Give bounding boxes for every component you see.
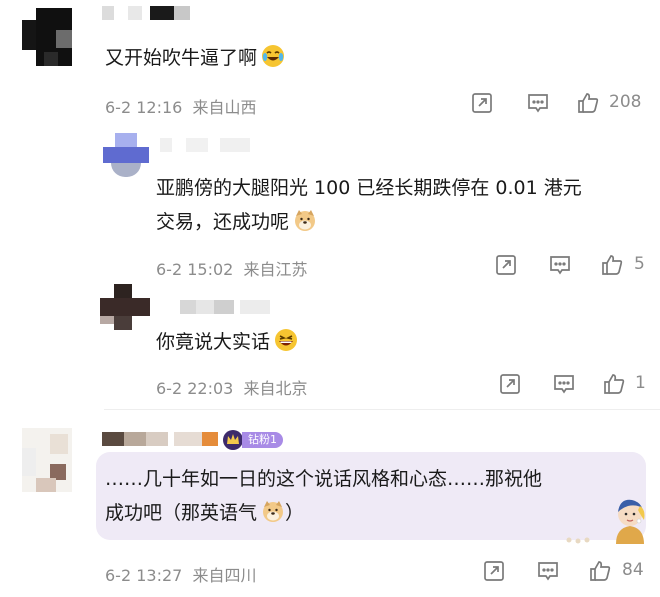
- comment-actions: 84: [482, 559, 652, 583]
- comment-text: 你竟说大实话: [156, 325, 298, 363]
- doge-emoji: [261, 499, 285, 534]
- card-decoration-girl: [606, 492, 654, 544]
- avatar[interactable]: [22, 8, 72, 66]
- comment-text: 亚鹏傍的大腿阳光 100 已经长期跌停在 0.01 港元 交易，还成功呢: [156, 171, 582, 243]
- timestamp: 6-2 12:16: [105, 98, 183, 117]
- like-count: 1: [635, 373, 646, 393]
- username[interactable]: [102, 432, 222, 446]
- doge-emoji: [293, 208, 317, 243]
- avatar[interactable]: [22, 428, 72, 492]
- comment-actions: 208: [470, 91, 650, 115]
- badge-label: 钻粉1: [242, 432, 283, 448]
- divider: [104, 409, 660, 410]
- thumbs-up-icon[interactable]: [602, 372, 626, 396]
- username[interactable]: [180, 300, 272, 314]
- like-count: 208: [609, 92, 642, 112]
- crown-icon: [222, 429, 244, 451]
- avatar[interactable]: [103, 133, 149, 177]
- location: 来自江苏: [243, 260, 308, 279]
- grin-emoji: [274, 328, 298, 363]
- comment-icon[interactable]: [552, 372, 576, 396]
- laugh-cry-emoji: [261, 44, 285, 79]
- location: 来自北京: [243, 379, 308, 398]
- comment-text: 又开始吹牛逼了啊: [105, 41, 285, 79]
- username[interactable]: [160, 138, 250, 152]
- like-count: 84: [622, 560, 644, 580]
- location: 来自山西: [192, 98, 257, 117]
- timestamp: 6-2 22:03: [156, 379, 234, 398]
- comment-line: ……几十年如一日的这个说话风格和心态……那祝他: [105, 468, 543, 490]
- share-icon[interactable]: [482, 559, 506, 583]
- share-icon[interactable]: [470, 91, 494, 115]
- timestamp: 6-2 15:02: [156, 260, 234, 279]
- share-icon[interactable]: [494, 253, 518, 277]
- card-decoration-dots: [564, 530, 604, 544]
- comment-line: 亚鹏傍的大腿阳光 100 已经长期跌停在 0.01 港元: [156, 177, 582, 199]
- comment-text: ……几十年如一日的这个说话风格和心态……那祝他 成功吧（那英语气 ）: [105, 462, 542, 534]
- username[interactable]: [102, 6, 192, 20]
- comment-icon[interactable]: [526, 91, 550, 115]
- avatar[interactable]: [100, 284, 150, 330]
- comment-meta: 6-2 13:27 来自四川: [105, 562, 257, 586]
- comment-actions: 5: [494, 253, 654, 277]
- comment-line: 交易，还成功呢: [156, 205, 582, 243]
- comment-actions: 1: [498, 372, 654, 396]
- share-icon[interactable]: [498, 372, 522, 396]
- thumbs-up-icon[interactable]: [588, 559, 612, 583]
- comment-icon[interactable]: [548, 253, 572, 277]
- comment-meta: 6-2 12:16 来自山西: [105, 94, 257, 118]
- location: 来自四川: [192, 566, 257, 585]
- thumbs-up-icon[interactable]: [576, 91, 600, 115]
- comment-icon[interactable]: [536, 559, 560, 583]
- comment-meta: 6-2 22:03 来自北京: [156, 375, 308, 399]
- thumbs-up-icon[interactable]: [600, 253, 624, 277]
- comment-meta: 6-2 15:02 来自江苏: [156, 256, 308, 280]
- comment-line: 成功吧（那英语气 ）: [105, 496, 542, 534]
- timestamp: 6-2 13:27: [105, 566, 183, 585]
- like-count: 5: [634, 254, 645, 274]
